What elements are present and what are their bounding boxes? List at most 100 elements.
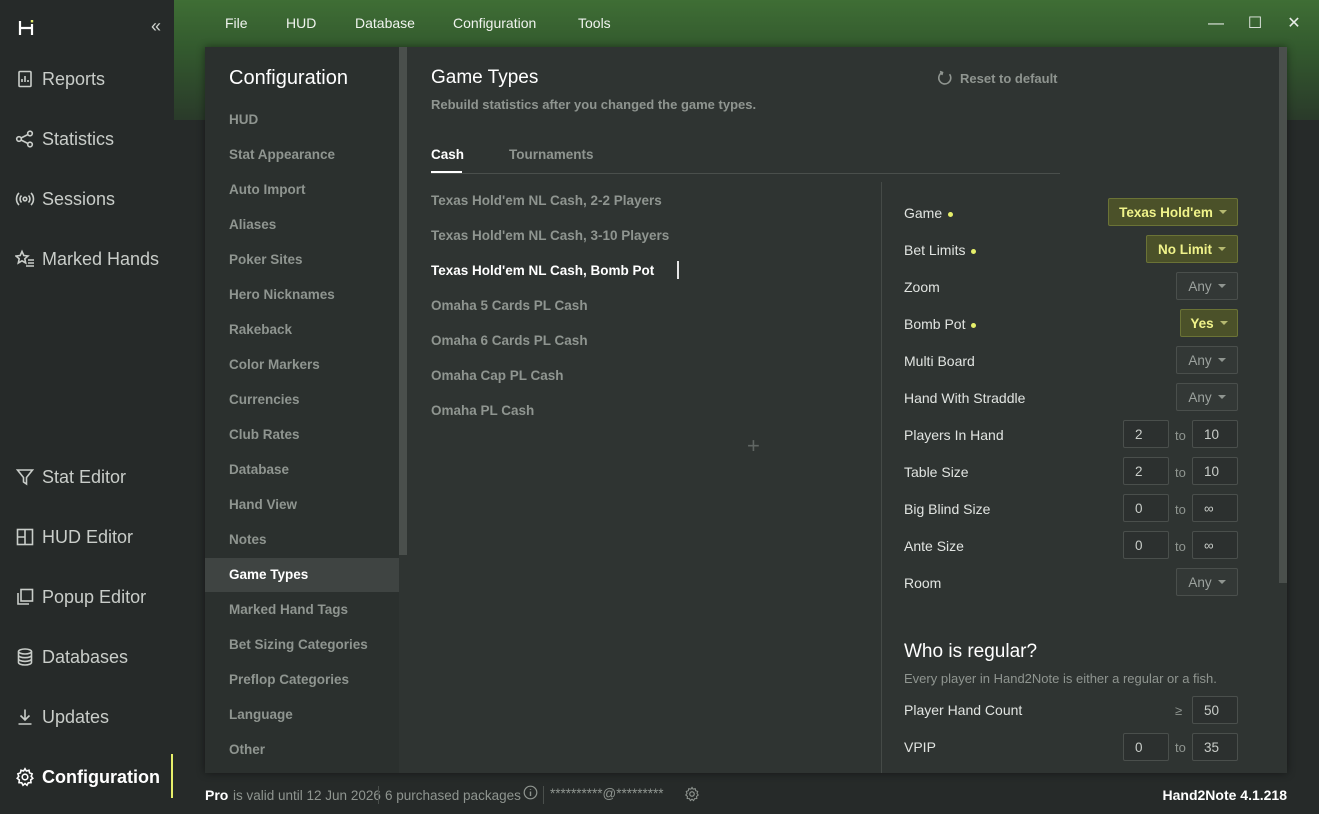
range-to-label: to (1175, 465, 1186, 480)
regular-section-title: Who is regular? (904, 641, 1038, 662)
nav-popup-editor[interactable]: Popup Editor (14, 577, 170, 617)
minimize-button[interactable]: — (1204, 12, 1228, 36)
game-type-item[interactable]: Omaha PL Cash (431, 403, 534, 418)
share-nodes-icon (14, 128, 36, 150)
multi-board-dropdown[interactable]: Any (1176, 346, 1238, 374)
tab-tournaments[interactable]: Tournaments (509, 147, 594, 162)
nav-configuration[interactable]: Configuration (14, 757, 170, 797)
nav-reports[interactable]: Reports (14, 59, 170, 99)
table-size-from-input[interactable]: 2 (1123, 457, 1169, 485)
tab-cash[interactable]: Cash (431, 147, 464, 162)
nav-label: HUD Editor (42, 526, 134, 547)
config-item-club-rates[interactable]: Club Rates (205, 418, 399, 452)
regular-section-subtitle: Every player in Hand2Note is either a re… (904, 671, 1217, 686)
menu-file[interactable]: File (225, 15, 248, 35)
changed-dot-icon (971, 248, 977, 254)
maximize-button[interactable]: ☐ (1243, 12, 1267, 36)
bet-limits-dropdown[interactable]: No Limit (1146, 235, 1238, 263)
gear-icon (14, 766, 36, 788)
config-item-poker-sites[interactable]: Poker Sites (205, 243, 399, 277)
nav-label: Statistics (42, 128, 115, 149)
config-item-hud[interactable]: HUD (205, 103, 399, 137)
config-item-currencies[interactable]: Currencies (205, 383, 399, 417)
nav-marked-hands[interactable]: Marked Hands (14, 239, 170, 279)
vpip-from-input[interactable]: 0 (1123, 733, 1169, 761)
close-button[interactable]: ✕ (1282, 12, 1306, 36)
content-scrollbar[interactable] (1279, 47, 1287, 583)
player-hand-count-input[interactable]: 50 (1192, 696, 1238, 724)
nav-label: Popup Editor (42, 586, 147, 607)
menu-tools[interactable]: Tools (578, 15, 611, 35)
game-label: Game (904, 205, 954, 221)
game-type-item[interactable]: Texas Hold'em NL Cash, 3-10 Players (431, 228, 669, 243)
config-item-auto-import[interactable]: Auto Import (205, 173, 399, 207)
config-item-database[interactable]: Database (205, 453, 399, 487)
game-dropdown[interactable]: Texas Hold'em (1108, 198, 1238, 226)
vpip-to-input[interactable]: 35 (1192, 733, 1238, 761)
changed-dot-icon (971, 322, 977, 328)
config-item-aliases[interactable]: Aliases (205, 208, 399, 242)
table-size-to-input[interactable]: 10 (1192, 457, 1238, 485)
menu-hud[interactable]: HUD (286, 15, 316, 35)
menu-database[interactable]: Database (355, 15, 415, 35)
players-in-hand-to-input[interactable]: 10 (1192, 420, 1238, 448)
menu-configuration[interactable]: Configuration (453, 15, 536, 35)
ante-size-to-input[interactable]: ∞ (1192, 531, 1238, 559)
reset-to-default-button[interactable]: Reset to default (937, 70, 1058, 86)
config-item-preflop-categories[interactable]: Preflop Categories (205, 663, 399, 697)
star-list-icon (14, 248, 36, 270)
config-item-color-markers[interactable]: Color Markers (205, 348, 399, 382)
ante-size-label: Ante Size (904, 538, 964, 554)
config-item-bet-sizing-categories[interactable]: Bet Sizing Categories (205, 628, 399, 662)
player-hand-count-label: Player Hand Count (904, 702, 1023, 718)
zoom-dropdown[interactable]: Any (1176, 272, 1238, 300)
tab-divider (431, 173, 1060, 174)
big-blind-size-from-input[interactable]: 0 (1123, 494, 1169, 522)
room-dropdown[interactable]: Any (1176, 568, 1238, 596)
game-type-item-selected[interactable]: Texas Hold'em NL Cash, Bomb Pot (431, 263, 654, 278)
app-version: Hand2Note 4.1.218 (1162, 787, 1288, 803)
bomb-pot-dropdown[interactable]: Yes (1180, 309, 1238, 337)
game-type-item[interactable]: Omaha 6 Cards PL Cash (431, 333, 588, 348)
layout-icon (14, 526, 36, 548)
players-in-hand-from-input[interactable]: 2 (1123, 420, 1169, 448)
purchased-packages[interactable]: 6 purchased packages (385, 788, 521, 803)
config-item-hand-view[interactable]: Hand View (205, 488, 399, 522)
game-type-item[interactable]: Omaha Cap PL Cash (431, 368, 564, 383)
account-settings-icon[interactable] (684, 786, 700, 802)
game-type-item[interactable]: Texas Hold'em NL Cash, 2-2 Players (431, 193, 662, 208)
hand-with-straddle-dropdown[interactable]: Any (1176, 383, 1238, 411)
database-icon (14, 646, 36, 668)
nav-statistics[interactable]: Statistics (14, 119, 170, 159)
config-item-notes[interactable]: Notes (205, 523, 399, 557)
nav-databases[interactable]: Databases (14, 637, 170, 677)
nav-hud-editor[interactable]: HUD Editor (14, 517, 170, 557)
room-label: Room (904, 575, 942, 591)
config-title: Configuration (229, 67, 348, 89)
caret-down-icon (1218, 247, 1226, 251)
config-item-stat-appearance[interactable]: Stat Appearance (205, 138, 399, 172)
page-title: Game Types (431, 67, 539, 88)
popup-icon (14, 586, 36, 608)
nav-sessions[interactable]: Sessions (14, 179, 170, 219)
nav-stat-editor[interactable]: Stat Editor (14, 457, 170, 497)
ante-size-from-input[interactable]: 0 (1123, 531, 1169, 559)
add-game-type-button[interactable]: + (747, 433, 760, 459)
config-item-rakeback[interactable]: Rakeback (205, 313, 399, 347)
hand-with-straddle-label: Hand With Straddle (904, 390, 1026, 406)
app-sidebar: « Reports Statistics Sessions Marked Han… (0, 0, 174, 814)
big-blind-size-to-input[interactable]: ∞ (1192, 494, 1238, 522)
collapse-sidebar-button[interactable]: « (146, 16, 166, 36)
caret-down-icon (1217, 358, 1226, 362)
config-nav-scrollbar[interactable] (399, 47, 407, 555)
config-item-other[interactable]: Other (205, 733, 399, 767)
game-type-item[interactable]: Omaha 5 Cards PL Cash (431, 298, 588, 313)
config-item-game-types[interactable]: Game Types (205, 558, 399, 592)
caret-down-icon (1218, 210, 1227, 214)
nav-updates[interactable]: Updates (14, 697, 170, 737)
config-item-language[interactable]: Language (205, 698, 399, 732)
config-item-hero-nicknames[interactable]: Hero Nicknames (205, 278, 399, 312)
config-item-marked-hand-tags[interactable]: Marked Hand Tags (205, 593, 399, 627)
range-to-label: to (1175, 740, 1186, 755)
info-icon[interactable] (523, 785, 538, 800)
